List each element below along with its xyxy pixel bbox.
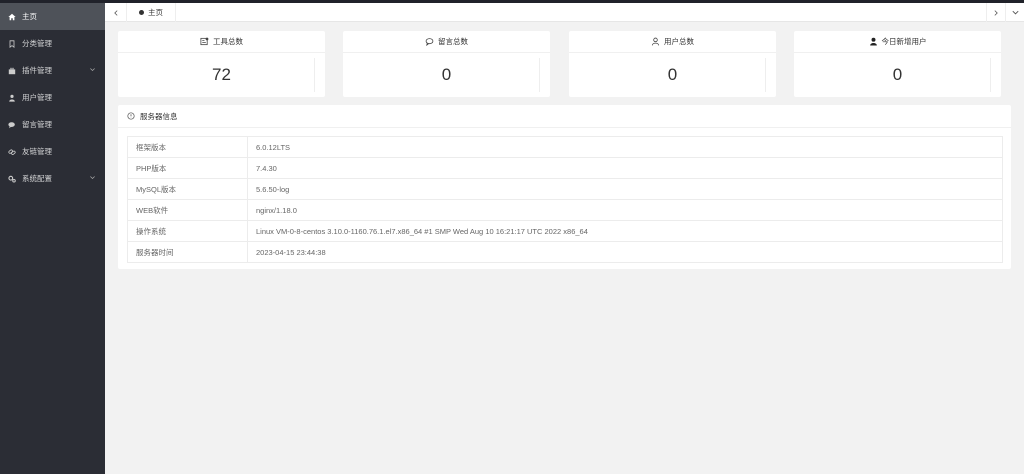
row-key: MySQL版本 <box>127 178 248 200</box>
card-value-area: 0 <box>794 53 1001 97</box>
server-info-panel: 服务器信息 框架版本 6.0.12LTS PHP版本 7.4.30 MySQL版… <box>118 105 1011 269</box>
sidebar-item-home[interactable]: 主页 <box>0 3 105 30</box>
sidebar-item-users[interactable]: 用户管理 <box>0 84 105 111</box>
table-row: MySQL版本 5.6.50-log <box>127 178 1003 200</box>
card-value-area: 0 <box>569 53 776 97</box>
tab-home-label: 主页 <box>148 8 163 17</box>
server-info-table: 框架版本 6.0.12LTS PHP版本 7.4.30 MySQL版本 5.6.… <box>127 136 1003 263</box>
row-key: 框架版本 <box>127 136 248 158</box>
chat-icon <box>8 121 16 129</box>
chevron-down-icon <box>90 68 95 72</box>
sidebar-item-category[interactable]: 分类管理 <box>0 30 105 57</box>
tool-icon <box>200 37 209 46</box>
panel-header: 服务器信息 <box>118 105 1011 128</box>
stat-card-new-users: 今日新增用户 0 <box>794 31 1001 97</box>
table-row: 操作系统 Linux VM-0-8-centos 3.10.0-1160.76.… <box>127 220 1003 242</box>
active-dot-icon <box>139 10 144 15</box>
bookmark-icon <box>8 39 16 48</box>
row-value: 2023-04-15 23:44:38 <box>247 241 1003 263</box>
sidebar-item-links[interactable]: 友链管理 <box>0 138 105 165</box>
sidebar-item-label: 用户管理 <box>22 93 52 102</box>
card-value: 72 <box>212 65 231 84</box>
chevron-down-icon <box>1011 10 1019 15</box>
gear-icon <box>8 175 16 183</box>
sidebar-item-label: 系统配置 <box>22 174 52 183</box>
card-title: 工具总数 <box>213 37 243 46</box>
card-value-area: 0 <box>343 53 550 97</box>
plugin-icon <box>8 67 16 75</box>
card-title: 留言总数 <box>438 37 468 46</box>
sidebar-item-label: 友链管理 <box>22 147 52 156</box>
row-value: 5.6.50-log <box>247 178 1003 200</box>
divider <box>539 58 540 92</box>
table-row: 框架版本 6.0.12LTS <box>127 136 1003 158</box>
chevron-right-icon <box>994 9 998 16</box>
chevron-down-icon <box>90 176 95 180</box>
stat-card-users: 用户总数 0 <box>569 31 776 97</box>
table-row: WEB软件 nginx/1.18.0 <box>127 199 1003 221</box>
panel-title: 服务器信息 <box>140 111 178 121</box>
row-value: Linux VM-0-8-centos 3.10.0-1160.76.1.el7… <box>247 220 1003 242</box>
sidebar-item-label: 主页 <box>22 12 37 21</box>
divider <box>990 58 991 92</box>
card-title: 今日新增用户 <box>881 37 927 46</box>
person-icon <box>869 37 878 46</box>
sidebar-item-plugins[interactable]: 插件管理 <box>0 57 105 84</box>
card-header: 工具总数 <box>118 31 325 53</box>
card-header: 用户总数 <box>569 31 776 53</box>
card-header: 今日新增用户 <box>794 31 1001 53</box>
card-value-area: 72 <box>118 53 325 97</box>
tab-home[interactable]: 主页 <box>127 3 176 22</box>
tab-scroll-left-button[interactable] <box>105 3 127 22</box>
tab-scroll-right-button[interactable] <box>986 3 1005 22</box>
link-icon <box>8 148 16 156</box>
message-icon <box>425 37 434 46</box>
users-icon <box>651 37 660 46</box>
card-header: 留言总数 <box>343 31 550 53</box>
row-key: 服务器时间 <box>127 241 248 263</box>
stat-card-messages: 留言总数 0 <box>343 31 550 97</box>
divider <box>314 58 315 92</box>
card-value: 0 <box>441 65 452 84</box>
sidebar-item-label: 留言管理 <box>22 120 52 129</box>
sidebar-item-label: 分类管理 <box>22 39 52 48</box>
card-title: 用户总数 <box>664 37 694 46</box>
row-key: 操作系统 <box>127 220 248 242</box>
chevron-left-icon <box>113 9 117 16</box>
table-row: 服务器时间 2023-04-15 23:44:38 <box>127 241 1003 263</box>
user-icon <box>8 94 16 102</box>
row-value: 7.4.30 <box>247 157 1003 179</box>
home-icon <box>8 13 16 21</box>
tabs-bar: 主页 <box>105 3 1024 22</box>
row-value: nginx/1.18.0 <box>247 199 1003 221</box>
sidebar: 主页 分类管理 插件管理 用户管理 留言管理 友链管理 系统配置 <box>0 3 105 474</box>
row-key: WEB软件 <box>127 199 248 221</box>
sidebar-item-label: 插件管理 <box>22 66 52 75</box>
sidebar-item-messages[interactable]: 留言管理 <box>0 111 105 138</box>
card-value: 0 <box>892 65 903 84</box>
sidebar-item-settings[interactable]: 系统配置 <box>0 165 105 192</box>
row-value: 6.0.12LTS <box>247 136 1003 158</box>
info-icon <box>127 112 135 120</box>
divider <box>765 58 766 92</box>
tab-menu-button[interactable] <box>1005 3 1024 22</box>
card-value: 0 <box>667 65 678 84</box>
table-row: PHP版本 7.4.30 <box>127 157 1003 179</box>
row-key: PHP版本 <box>127 157 248 179</box>
stat-card-tools: 工具总数 72 <box>118 31 325 97</box>
